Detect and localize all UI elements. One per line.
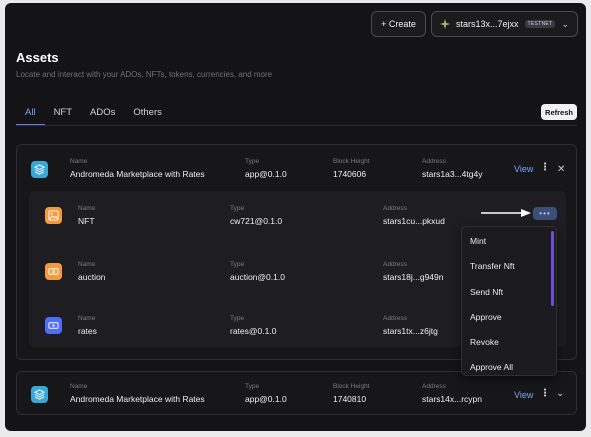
menu-item-approve-all[interactable]: Approve All bbox=[470, 362, 513, 372]
component-type: rates@0.1.0 bbox=[230, 326, 277, 336]
app-address[interactable]: stars1a3...4tg4y bbox=[422, 169, 482, 179]
stargaze-logo-icon bbox=[440, 19, 450, 29]
tab-all[interactable]: All bbox=[16, 106, 45, 126]
type-label: Type bbox=[230, 315, 245, 322]
close-icon[interactable]: ✕ bbox=[557, 164, 565, 175]
ticket-icon bbox=[45, 263, 62, 280]
type-label: Type bbox=[245, 383, 260, 390]
menu-scrollbar[interactable] bbox=[551, 231, 554, 306]
name-label: Name bbox=[78, 315, 96, 322]
refresh-button[interactable]: Refresh bbox=[541, 104, 577, 120]
address-label: Address bbox=[422, 383, 446, 390]
chevron-down-icon: ⌄ bbox=[561, 18, 569, 29]
name-label: Name bbox=[70, 383, 88, 390]
arrow-right-icon bbox=[481, 209, 531, 217]
menu-item-approve[interactable]: Approve bbox=[470, 312, 502, 322]
component-actions-menu: Mint Transfer Nft Send Nft Approve Revok… bbox=[461, 226, 557, 376]
address-label: Address bbox=[422, 158, 446, 165]
app-layers-icon bbox=[31, 161, 48, 178]
menu-item-send-nft[interactable]: Send Nft bbox=[470, 287, 503, 297]
name-label: Name bbox=[78, 261, 96, 268]
create-button[interactable]: + Create bbox=[371, 11, 426, 37]
tabs-divider bbox=[16, 125, 577, 126]
page-title: Assets bbox=[16, 50, 59, 65]
component-name: NFT bbox=[78, 216, 95, 226]
app-name: Andromeda Marketplace with Rates bbox=[70, 169, 205, 179]
app-type: app@0.1.0 bbox=[245, 169, 287, 179]
app-block-height: 1740606 bbox=[333, 169, 367, 179]
block-height-label: Block Height bbox=[333, 158, 370, 165]
address-label: Address bbox=[383, 315, 407, 322]
app-address[interactable]: stars14x...rcypn bbox=[422, 394, 482, 404]
component-type: cw721@0.1.0 bbox=[230, 216, 283, 226]
asset-tabs: All NFT ADOs Others bbox=[16, 106, 171, 126]
type-label: Type bbox=[230, 261, 245, 268]
image-icon bbox=[45, 207, 62, 224]
name-label: Name bbox=[78, 205, 96, 212]
assets-page: + Create stars13x...7ejxx TESTNET ⌄ Asse… bbox=[5, 3, 586, 431]
component-name: rates bbox=[78, 326, 97, 336]
app-card: Name Andromeda Marketplace with Rates Ty… bbox=[16, 371, 577, 415]
view-button[interactable]: View bbox=[514, 164, 533, 174]
network-badge: TESTNET bbox=[524, 20, 556, 28]
component-name: auction bbox=[78, 272, 106, 282]
tab-ados[interactable]: ADOs bbox=[81, 106, 124, 126]
menu-item-revoke[interactable]: Revoke bbox=[470, 337, 499, 347]
wallet-selector[interactable]: stars13x...7ejxx TESTNET ⌄ bbox=[431, 11, 578, 37]
app-type: app@0.1.0 bbox=[245, 394, 287, 404]
chevron-down-icon[interactable]: ⌄ bbox=[556, 388, 564, 399]
tab-nft[interactable]: NFT bbox=[45, 106, 81, 126]
address-label: Address bbox=[383, 205, 407, 212]
block-height-label: Block Height bbox=[333, 383, 370, 390]
page-subtitle: Locate and interact with your ADOs, NFTs… bbox=[16, 70, 273, 79]
component-options-button[interactable]: ••• bbox=[533, 207, 557, 220]
component-address[interactable]: stars18j...g949n bbox=[383, 272, 443, 282]
view-button[interactable]: View bbox=[514, 390, 533, 400]
more-options-icon[interactable]: ⋮ bbox=[540, 162, 550, 173]
type-label: Type bbox=[245, 158, 260, 165]
app-layers-icon bbox=[31, 386, 48, 403]
menu-item-transfer-nft[interactable]: Transfer Nft bbox=[470, 261, 515, 271]
app-block-height: 1740810 bbox=[333, 394, 367, 404]
component-address[interactable]: stars1tx...z6jtg bbox=[383, 326, 438, 336]
app-name: Andromeda Marketplace with Rates bbox=[70, 394, 205, 404]
menu-item-mint[interactable]: Mint bbox=[470, 236, 486, 246]
address-label: Address bbox=[383, 261, 407, 268]
more-options-icon[interactable]: ⋮ bbox=[540, 388, 550, 399]
wallet-address: stars13x...7ejxx bbox=[456, 19, 519, 29]
name-label: Name bbox=[70, 158, 88, 165]
tab-others[interactable]: Others bbox=[124, 106, 171, 126]
component-address[interactable]: stars1cu...pkxud bbox=[383, 216, 445, 226]
card-icon bbox=[45, 317, 62, 334]
component-type: auction@0.1.0 bbox=[230, 272, 285, 282]
type-label: Type bbox=[230, 205, 245, 212]
